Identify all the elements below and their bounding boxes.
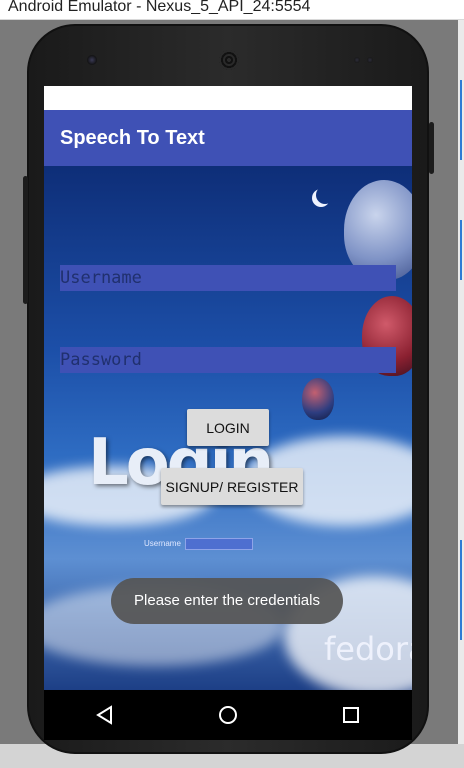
proximity-sensor-icon [354,57,360,63]
app-bar: Speech To Text [44,110,412,166]
side-scroll-strip [458,20,464,744]
status-bar [44,86,412,110]
emulator-window-title: Android Emulator - Nexus_5_API_24:5554 [8,0,311,15]
recents-button[interactable] [331,695,371,735]
light-sensor-icon [367,57,373,63]
background-mini-form: Username [144,538,253,550]
username-field[interactable] [60,265,396,291]
navigation-bar [44,690,412,740]
home-circle-icon [218,706,237,724]
recents-square-icon [342,707,359,723]
fedora-logo: fedora [324,630,412,668]
toast-message: Please enter the credentials [111,578,343,624]
volume-button[interactable] [23,176,28,304]
app-title: Speech To Text [60,127,205,149]
home-button[interactable] [208,695,248,735]
balloon-small-art [302,378,334,420]
signup-register-button[interactable]: SIGNUP/ REGISTER [161,468,303,505]
password-field[interactable] [60,347,396,373]
back-button[interactable] [85,695,125,735]
power-button[interactable] [429,122,434,174]
front-camera-icon [87,55,97,65]
background-mini-box [184,538,253,550]
emulator-title-bar: Android Emulator - Nexus_5_API_24:5554 [0,0,464,20]
background-mini-label: Username [144,539,181,549]
moon-art [316,186,334,204]
login-button[interactable]: LOGIN [187,409,269,446]
back-triangle-icon [96,705,113,725]
speaker-grille-icon [219,50,239,70]
